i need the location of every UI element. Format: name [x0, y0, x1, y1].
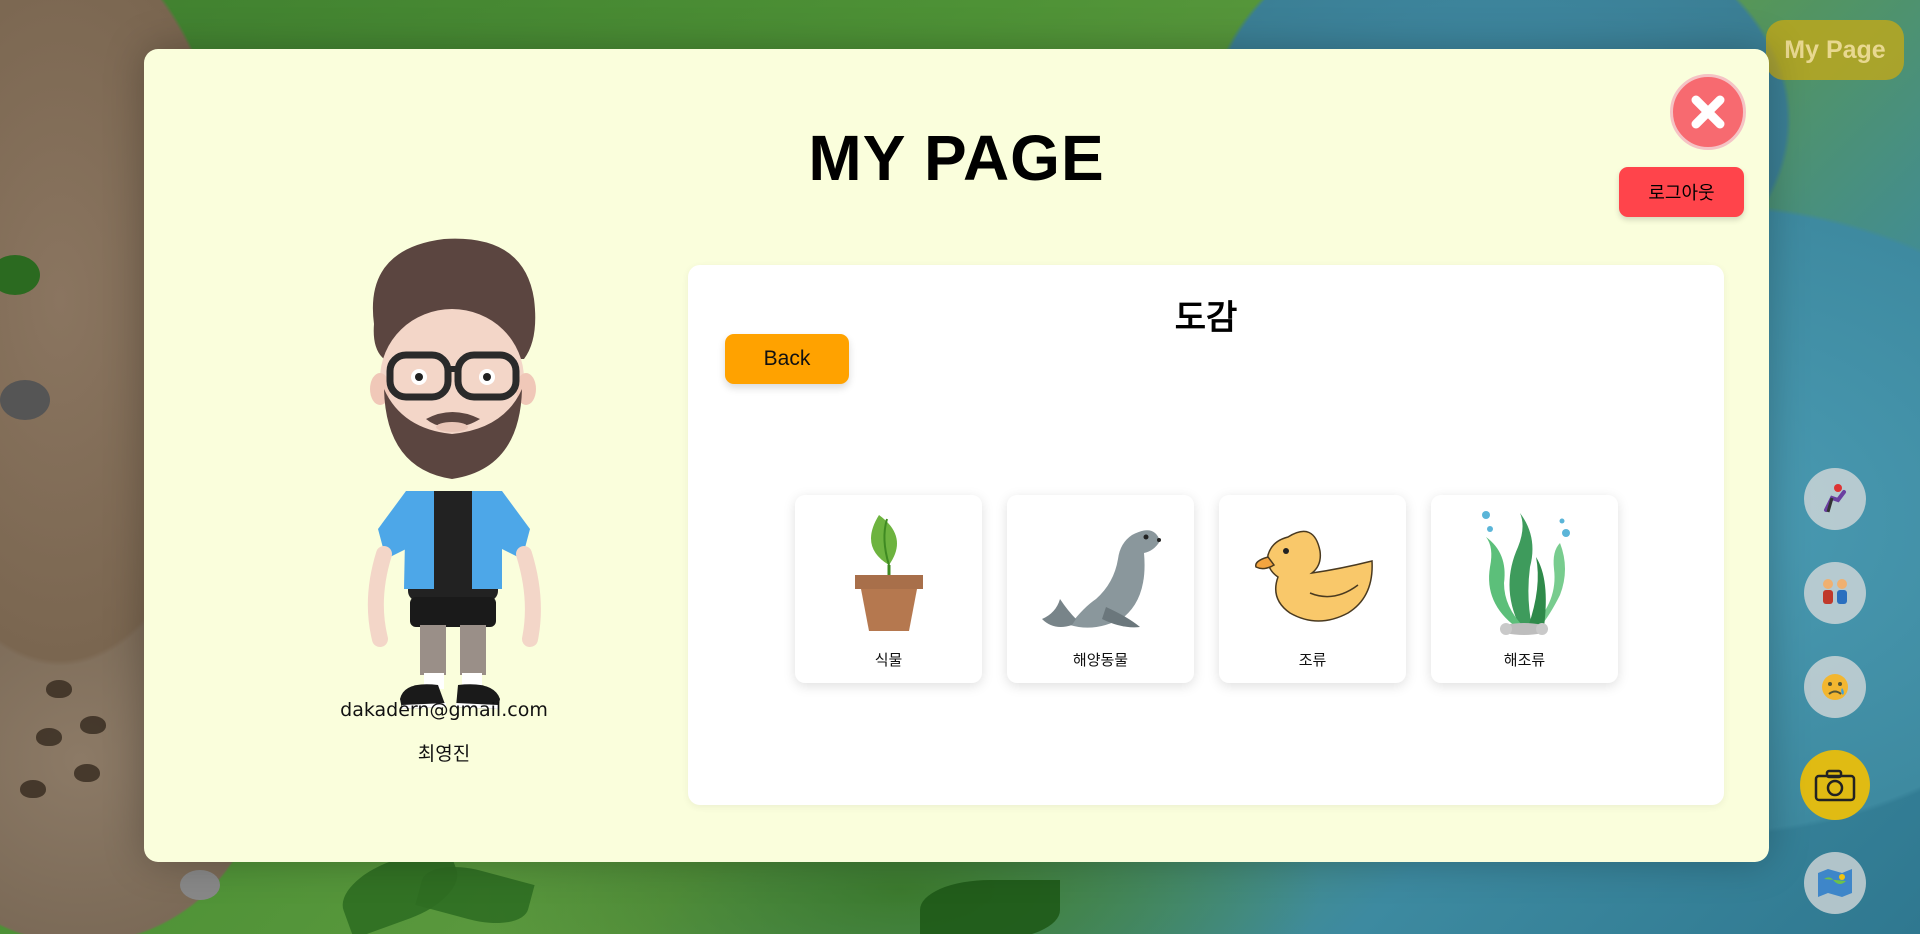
my-page-modal: MY PAGE 로그아웃 dakadern@gmail.com 최영진 도감 B… [144, 49, 1769, 862]
profile-name: 최영진 [417, 743, 471, 765]
category-card-bird[interactable]: 조류 [1219, 495, 1406, 683]
encyclopedia-panel: 도감 Back 식물 해양동물 조류 해조류 [688, 265, 1724, 805]
avatar [367, 238, 541, 709]
right-toolbar [1800, 468, 1870, 934]
close-icon [1691, 95, 1725, 129]
seal-icon [1041, 530, 1161, 628]
category-label: 해조류 [1503, 651, 1546, 669]
duck-icon [1254, 530, 1373, 622]
profile-email: dakadern@gmail.com [340, 699, 548, 721]
category-label: 조류 [1298, 651, 1327, 669]
category-card-plant[interactable]: 식물 [795, 495, 982, 683]
footprints-decoration [18, 680, 128, 820]
encyclopedia-title: 도감 [1174, 298, 1238, 338]
category-list: 식물 해양동물 조류 해조류 [795, 495, 1618, 683]
seaweed-icon [1481, 511, 1570, 635]
dance-icon[interactable] [1804, 468, 1866, 530]
category-card-marine-animal[interactable]: 해양동물 [1007, 495, 1194, 683]
emoji-icon[interactable] [1804, 656, 1866, 718]
map-icon[interactable] [1804, 852, 1866, 914]
page-title: MY PAGE [808, 122, 1105, 194]
back-button[interactable]: Back [725, 334, 849, 384]
friends-icon[interactable] [1804, 562, 1866, 624]
category-label: 해양동물 [1072, 651, 1129, 669]
logout-button[interactable]: 로그아웃 [1619, 167, 1744, 217]
category-label: 식물 [874, 651, 903, 669]
plant-pot-icon [854, 515, 923, 631]
my-page-button[interactable]: My Page [1766, 20, 1904, 80]
category-card-seaweed[interactable]: 해조류 [1431, 495, 1618, 683]
camera-icon[interactable] [1800, 750, 1870, 820]
close-button[interactable] [1670, 74, 1746, 150]
